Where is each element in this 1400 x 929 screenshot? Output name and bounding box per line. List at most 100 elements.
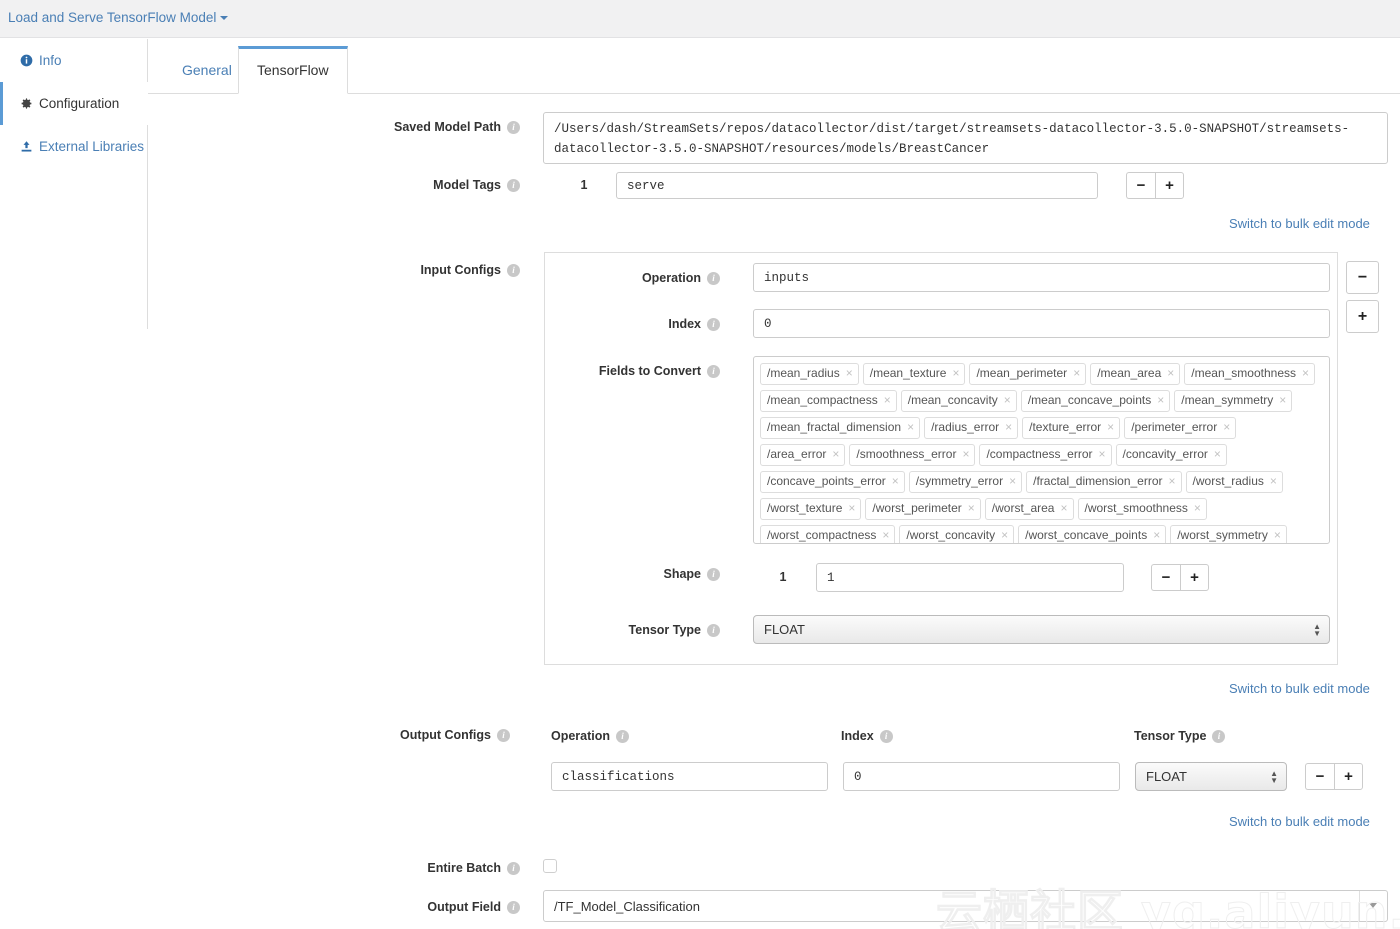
fields-to-convert-tagbox[interactable]: /mean_radius ×/mean_texture ×/mean_perimet… xyxy=(753,356,1330,544)
remove-tag-icon[interactable]: × xyxy=(884,393,891,407)
remove-tag-icon[interactable]: × xyxy=(1073,366,1080,380)
info-icon[interactable]: i xyxy=(707,365,720,379)
sidebar-item-info[interactable]: Info xyxy=(0,39,148,82)
remove-tag-icon[interactable]: × xyxy=(1279,393,1286,407)
field-tag[interactable]: /mean_fractal_dimension × xyxy=(760,417,921,439)
field-tag[interactable]: /mean_symmetry × xyxy=(1174,390,1293,412)
field-tag[interactable]: /mean_concavity × xyxy=(900,390,1017,412)
output-index-input[interactable] xyxy=(843,762,1120,791)
remove-tag-icon[interactable]: × xyxy=(1060,501,1067,515)
remove-tag-icon[interactable]: × xyxy=(1004,393,1011,407)
remove-tag-icon[interactable]: × xyxy=(1107,420,1114,434)
info-icon[interactable]: i xyxy=(507,862,520,876)
field-tag[interactable]: /fractal_dimension_error × xyxy=(1026,471,1182,493)
output-operation-input[interactable] xyxy=(551,762,828,791)
output-tensor-type-select[interactable]: FLOAT ▲ ▼ xyxy=(1135,762,1287,791)
remove-tag-icon[interactable]: × xyxy=(1099,447,1106,461)
tab-tensorflow[interactable]: TensorFlow xyxy=(238,46,348,94)
model-tags-value-input[interactable] xyxy=(616,172,1098,199)
model-tags-remove-button[interactable]: − xyxy=(1126,172,1155,199)
model-tags-bulk-edit-link[interactable]: Switch to bulk edit mode xyxy=(1229,216,1370,231)
remove-tag-icon[interactable]: × xyxy=(848,501,855,515)
field-tag[interactable]: /worst_perimeter × xyxy=(865,498,981,520)
remove-tag-icon[interactable]: × xyxy=(1302,366,1309,380)
field-tag[interactable]: /worst_smoothness × xyxy=(1077,498,1207,520)
field-tag[interactable]: /worst_symmetry × xyxy=(1170,525,1287,543)
info-icon[interactable]: i xyxy=(707,318,720,332)
remove-tag-icon[interactable]: × xyxy=(882,528,889,542)
field-tag[interactable]: /smoothness_error × xyxy=(849,444,976,466)
remove-tag-icon[interactable]: × xyxy=(1153,528,1160,542)
info-icon[interactable]: i xyxy=(707,272,720,286)
remove-tag-icon[interactable]: × xyxy=(1214,447,1221,461)
info-icon[interactable]: i xyxy=(879,730,893,744)
field-tag[interactable]: /radius_error × xyxy=(924,417,1019,439)
output-configs-remove-button[interactable]: − xyxy=(1305,763,1334,790)
output-field-input[interactable] xyxy=(543,890,1388,922)
field-tag[interactable]: /symmetry_error × xyxy=(908,471,1023,493)
info-icon[interactable]: i xyxy=(507,901,520,915)
remove-tag-icon[interactable]: × xyxy=(1274,528,1281,542)
remove-tag-icon[interactable]: × xyxy=(952,366,959,380)
shape-add-button[interactable]: + xyxy=(1180,564,1209,591)
output-configs-bulk-edit-link[interactable]: Switch to bulk edit mode xyxy=(1229,814,1370,829)
field-tag[interactable]: /worst_area × xyxy=(984,498,1074,520)
remove-tag-icon[interactable]: × xyxy=(907,420,914,434)
shape-remove-button[interactable]: − xyxy=(1151,564,1180,591)
info-icon[interactable]: i xyxy=(507,179,520,193)
field-tag[interactable]: /mean_compactness × xyxy=(760,390,897,412)
field-tag[interactable]: /concavity_error × xyxy=(1115,444,1227,466)
remove-tag-icon[interactable]: × xyxy=(1167,366,1174,380)
field-tag[interactable]: /worst_concavity × xyxy=(899,525,1015,543)
remove-tag-icon[interactable]: × xyxy=(1005,420,1012,434)
input-configs-bulk-edit-link[interactable]: Switch to bulk edit mode xyxy=(1229,681,1370,696)
remove-tag-icon[interactable]: × xyxy=(968,501,975,515)
remove-tag-icon[interactable]: × xyxy=(832,447,839,461)
remove-tag-icon[interactable]: × xyxy=(1009,474,1016,488)
saved-model-path-input[interactable]: /Users/dash/StreamSets/repos/datacollect… xyxy=(543,112,1388,164)
field-tag[interactable]: /worst_compactness × xyxy=(760,525,896,543)
info-icon[interactable]: i xyxy=(616,730,630,744)
field-tag[interactable]: /concave_points_error × xyxy=(760,471,905,493)
output-configs-add-button[interactable]: + xyxy=(1334,763,1363,790)
field-tag[interactable]: /compactness_error × xyxy=(979,444,1112,466)
info-icon[interactable]: i xyxy=(707,624,720,638)
remove-tag-icon[interactable]: × xyxy=(846,366,853,380)
stage-title-dropdown[interactable]: Load and Serve TensorFlow Model xyxy=(8,10,229,25)
field-tag[interactable]: /mean_concave_points × xyxy=(1020,390,1171,412)
field-tag[interactable]: /worst_radius × xyxy=(1185,471,1283,493)
info-icon[interactable]: i xyxy=(1212,730,1226,744)
remove-tag-icon[interactable]: × xyxy=(1223,420,1230,434)
field-tag[interactable]: /worst_concave_points × xyxy=(1018,525,1167,543)
model-tags-add-button[interactable]: + xyxy=(1155,172,1184,199)
field-tag[interactable]: /mean_radius × xyxy=(760,363,859,385)
field-tag[interactable]: /texture_error × xyxy=(1022,417,1121,439)
input-tensor-type-select[interactable]: FLOAT ▲ ▼ xyxy=(753,615,1330,644)
field-tag[interactable]: /mean_texture × xyxy=(862,363,966,385)
field-tag[interactable]: /mean_area × xyxy=(1090,363,1181,385)
remove-tag-icon[interactable]: × xyxy=(1001,528,1008,542)
input-index-input[interactable] xyxy=(753,309,1330,338)
input-configs-add-button[interactable]: + xyxy=(1346,300,1379,333)
field-tag[interactable]: /worst_texture × xyxy=(760,498,862,520)
sidebar-item-external-libraries[interactable]: External Libraries xyxy=(0,125,148,168)
info-icon[interactable]: i xyxy=(507,121,520,135)
info-icon[interactable]: i xyxy=(707,568,720,582)
input-operation-input[interactable] xyxy=(753,263,1330,292)
shape-value-input[interactable] xyxy=(816,563,1124,592)
sidebar-item-configuration[interactable]: Configuration xyxy=(0,82,148,125)
entire-batch-checkbox[interactable] xyxy=(543,859,557,873)
field-tag[interactable]: /mean_perimeter × xyxy=(969,363,1087,385)
tab-general[interactable]: General xyxy=(164,48,250,92)
remove-tag-icon[interactable]: × xyxy=(962,447,969,461)
field-tag[interactable]: /area_error × xyxy=(760,444,846,466)
remove-tag-icon[interactable]: × xyxy=(1194,501,1201,515)
input-configs-remove-button[interactable]: − xyxy=(1346,261,1379,294)
remove-tag-icon[interactable]: × xyxy=(1169,474,1176,488)
info-icon[interactable]: i xyxy=(497,729,510,743)
field-tag[interactable]: /mean_smoothness × xyxy=(1184,363,1316,385)
remove-tag-icon[interactable]: × xyxy=(1270,474,1277,488)
field-tag[interactable]: /perimeter_error × xyxy=(1124,417,1237,439)
chevron-down-icon[interactable] xyxy=(1369,903,1377,908)
remove-tag-icon[interactable]: × xyxy=(1157,393,1164,407)
